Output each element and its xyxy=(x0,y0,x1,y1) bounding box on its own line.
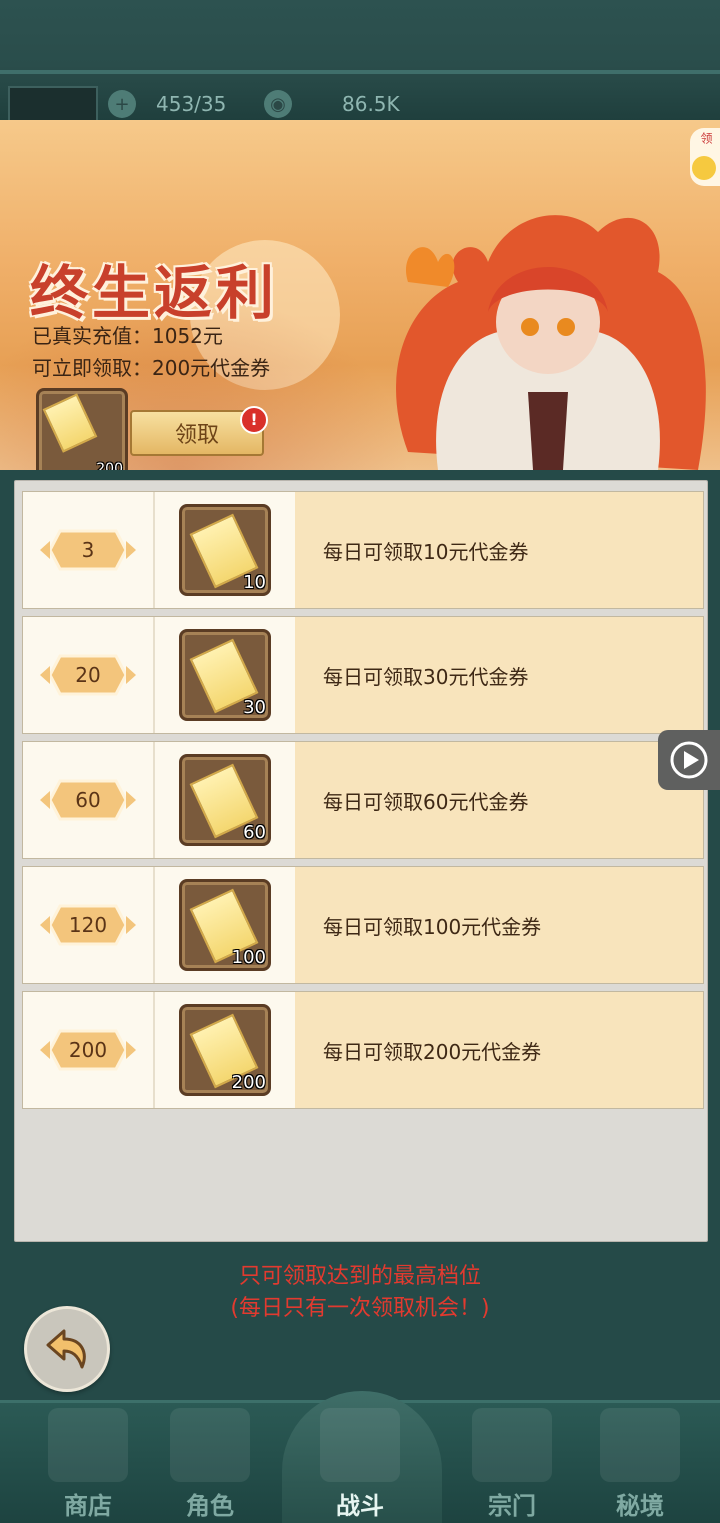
tier-list-panel: 3 10 每日可领取10元代金券 20 30 每日可领取30元代金券 60 60 xyxy=(14,480,708,1242)
tier-description: 每日可领取100元代金券 xyxy=(295,867,703,983)
tier-row: 200 200 每日可领取200元代金券 xyxy=(22,991,704,1109)
nav-shop[interactable]: 商店 xyxy=(28,1403,148,1523)
tier-amount: 200 xyxy=(68,1038,108,1062)
nav-secret-label: 秘境 xyxy=(616,1492,664,1520)
notice-line-1: 只可领取达到的最高档位 xyxy=(238,1264,481,1289)
voucher-ticket-icon: 60 xyxy=(179,754,271,846)
tier-badge: 20 xyxy=(38,652,138,698)
voucher-ticket-icon: 200 xyxy=(179,1004,271,1096)
back-arrow-icon xyxy=(46,1329,86,1369)
tier-row: 3 10 每日可领取10元代金券 xyxy=(22,491,704,609)
ticket-count: 200 xyxy=(96,461,123,470)
alert-badge: ! xyxy=(240,406,268,434)
top-divider xyxy=(0,70,720,74)
voucher-ticket-icon: 30 xyxy=(179,629,271,721)
nav-role-label: 角色 xyxy=(186,1492,234,1520)
nav-sect[interactable]: 宗门 xyxy=(452,1403,572,1523)
tier-description: 每日可领取200元代金券 xyxy=(295,992,703,1108)
reward-count: 100 xyxy=(231,947,266,968)
bottom-navigation: 商店 角色 战斗 宗门 秘境 xyxy=(0,1391,720,1523)
fire-spirit-character-illustration xyxy=(396,215,706,470)
role-icon xyxy=(170,1408,250,1482)
tier-description: 每日可领取30元代金券 xyxy=(295,617,703,733)
banner-side-tab[interactable]: 领 xyxy=(690,128,720,186)
tier-reward: 200 xyxy=(155,992,295,1108)
tier-reward: 10 xyxy=(155,492,295,608)
tier-threshold: 20 xyxy=(23,617,155,733)
coin-icon xyxy=(692,156,716,180)
tier-description: 每日可领取10元代金券 xyxy=(295,492,703,608)
tier-amount: 120 xyxy=(68,913,108,937)
claimable-amount: 可立即领取：200元代金券 xyxy=(32,356,271,380)
shop-icon xyxy=(48,1408,128,1482)
tier-badge: 120 xyxy=(38,902,138,948)
nav-shop-label: 商店 xyxy=(64,1492,112,1520)
reward-count: 10 xyxy=(243,572,266,593)
top-status-bar: + 453/35 ◉ 86.5K xyxy=(0,0,720,122)
nav-battle[interactable]: 战斗 xyxy=(300,1403,420,1523)
nav-sect-label: 宗门 xyxy=(488,1492,536,1520)
tier-amount: 60 xyxy=(75,788,101,812)
reward-count: 200 xyxy=(231,1072,266,1093)
nav-role[interactable]: 角色 xyxy=(150,1403,270,1523)
voucher-ticket-icon: 100 xyxy=(179,879,271,971)
tier-threshold: 60 xyxy=(23,742,155,858)
dragon-coin-icon: ◉ xyxy=(264,90,292,118)
tier-row: 120 100 每日可领取100元代金券 xyxy=(22,866,704,984)
play-video-icon xyxy=(670,741,708,779)
tier-amount: 3 xyxy=(81,538,95,562)
reward-count: 30 xyxy=(243,697,266,718)
nav-secret[interactable]: 秘境 xyxy=(580,1403,700,1523)
voucher-ticket-icon: 200 xyxy=(36,388,128,470)
crossed-swords-icon xyxy=(320,1408,400,1482)
tier-amount: 20 xyxy=(75,663,101,687)
lifetime-rebate-banner: 领 终生返利 已真实充值：1052元 可立即领取：200元代金券 200 领取 … xyxy=(0,120,720,470)
tier-threshold: 200 xyxy=(23,992,155,1108)
secret-realm-icon xyxy=(600,1408,680,1482)
banner-title: 终生返利 xyxy=(30,259,279,327)
recharged-amount: 已真实充值：1052元 xyxy=(32,324,223,348)
nav-battle-label: 战斗 xyxy=(336,1492,384,1520)
tier-row: 20 30 每日可领取30元代金券 xyxy=(22,616,704,734)
sect-gate-icon xyxy=(472,1408,552,1482)
tier-threshold: 120 xyxy=(23,867,155,983)
tier-reward: 30 xyxy=(155,617,295,733)
video-button[interactable] xyxy=(658,730,720,790)
stamina-resource: + 453/35 xyxy=(108,88,226,120)
side-tab-label: 领 xyxy=(699,132,713,144)
tier-description: 每日可领取60元代金券 xyxy=(295,742,703,858)
stamina-value: 453/35 xyxy=(156,92,227,116)
stamina-icon: + xyxy=(108,90,136,118)
tier-reward: 60 xyxy=(155,742,295,858)
tier-row: 60 60 每日可领取60元代金券 xyxy=(22,741,704,859)
tier-reward: 100 xyxy=(155,867,295,983)
ticket-paper xyxy=(42,393,98,453)
currency-value: 86.5K xyxy=(342,92,400,116)
tier-badge: 200 xyxy=(38,1027,138,1073)
currency-resource: ◉ 86.5K xyxy=(264,88,400,120)
player-avatar[interactable] xyxy=(8,86,98,122)
back-button[interactable] xyxy=(24,1306,110,1392)
reward-count: 60 xyxy=(243,822,266,843)
voucher-ticket-icon: 10 xyxy=(179,504,271,596)
tier-badge: 3 xyxy=(38,527,138,573)
tier-badge: 60 xyxy=(38,777,138,823)
tier-threshold: 3 xyxy=(23,492,155,608)
notice-line-2: (每日只有一次领取机会！) xyxy=(230,1296,490,1321)
